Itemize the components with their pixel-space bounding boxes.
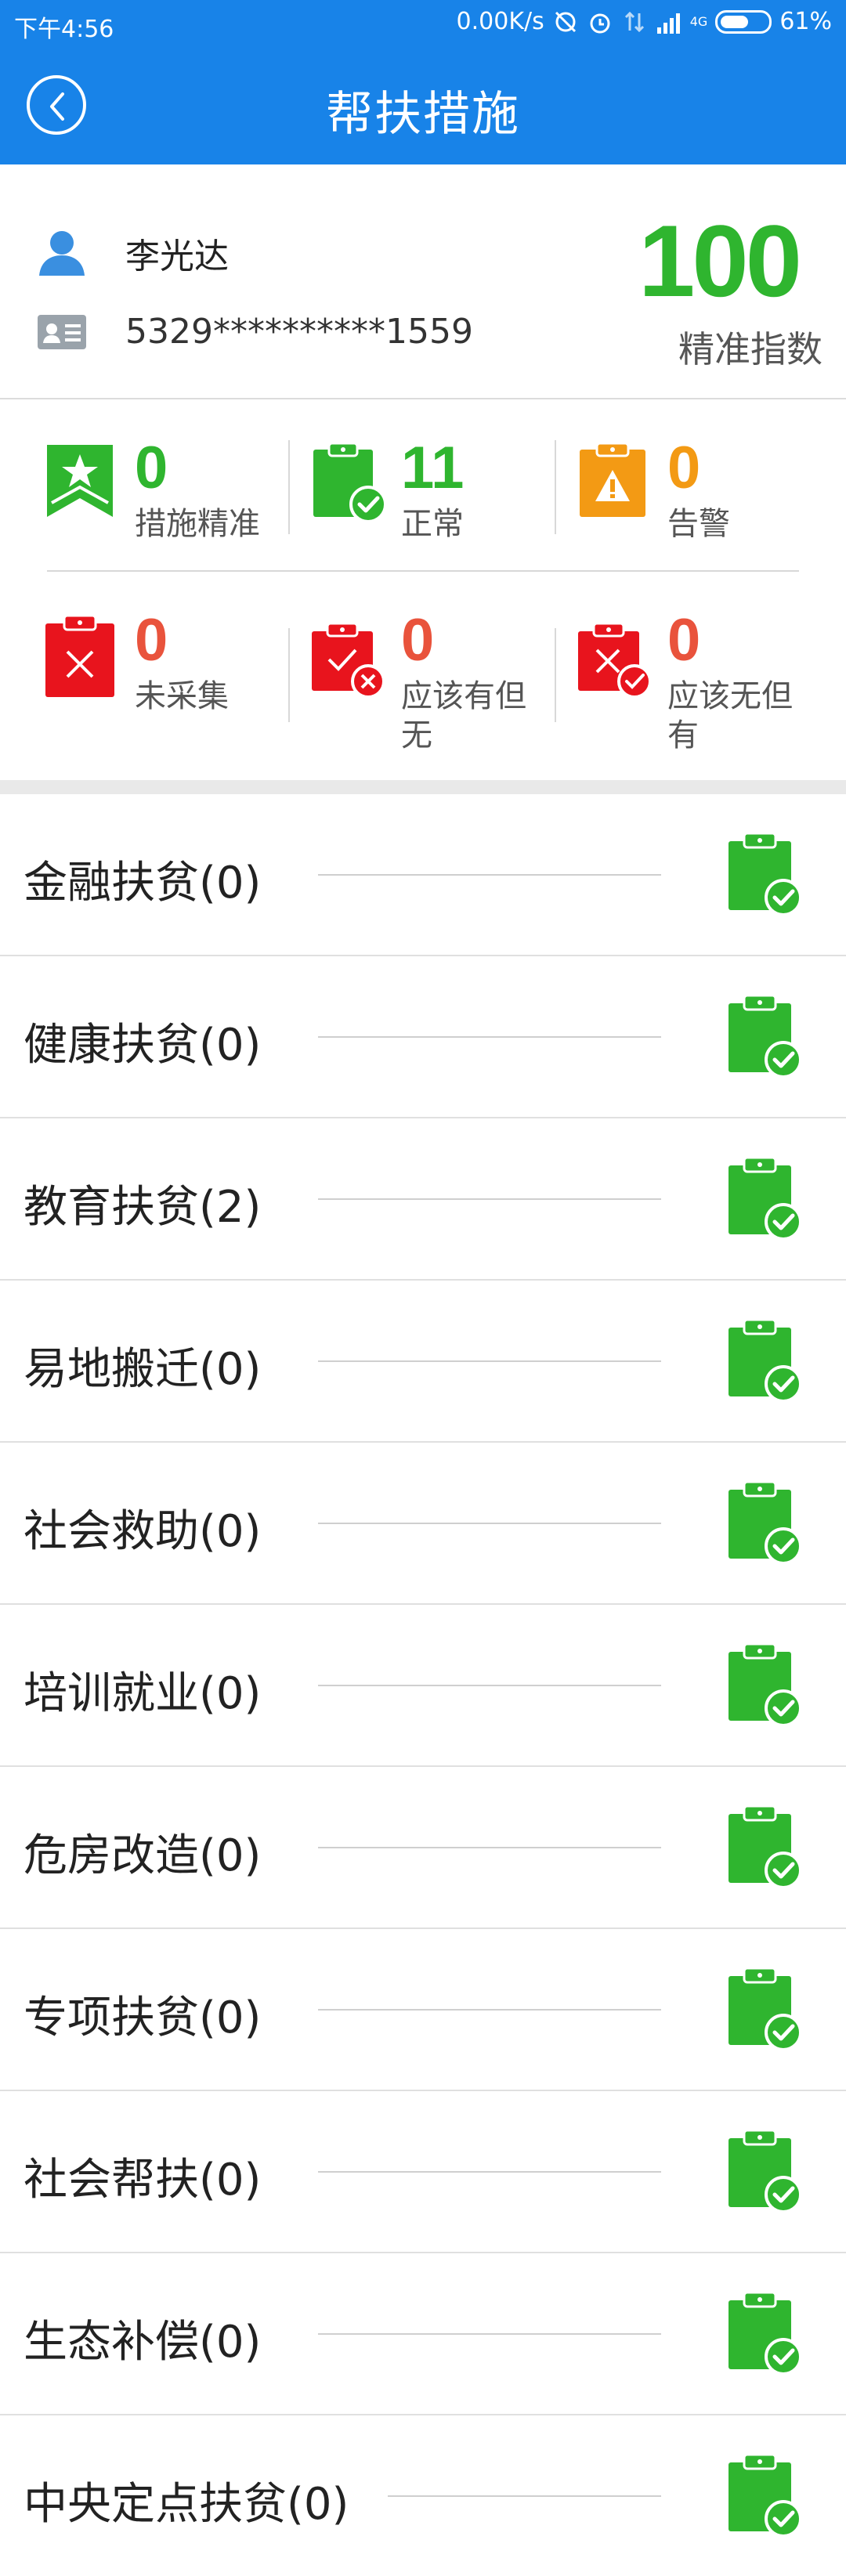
row-connector-line	[318, 1685, 661, 1686]
measure-row[interactable]: 金融扶贫(0)	[0, 794, 846, 956]
clipboard-check-x-icon	[312, 622, 385, 699]
user-icon	[39, 231, 85, 276]
stat-value: 0	[667, 435, 701, 501]
measure-label: 专项扶贫(0)	[24, 1993, 262, 2043]
data-transfer-icon	[621, 9, 648, 35]
measure-label: 危房改造(0)	[24, 1830, 262, 1881]
row-connector-line	[318, 1360, 661, 1362]
row-connector-line	[318, 1523, 661, 1524]
battery-percent: 61%	[779, 8, 832, 35]
stat-should-not-but-has[interactable]: 0 应该无但有	[577, 607, 827, 755]
clipboard-cross-icon	[45, 614, 114, 697]
stat-label: 措施精准	[135, 506, 260, 542]
signal-icon	[656, 9, 682, 35]
star-ribbon-icon	[47, 445, 113, 517]
row-connector-line	[318, 2009, 661, 2011]
row-connector-line	[318, 2171, 661, 2173]
network-type: 4G	[689, 14, 708, 29]
stat-label: 未采集	[135, 678, 229, 714]
clipboard-ok-icon	[728, 1642, 802, 1727]
clipboard-x-check-icon	[578, 622, 652, 699]
measure-row[interactable]: 培训就业(0)	[0, 1605, 846, 1767]
row-connector-line	[318, 2333, 661, 2335]
stat-warning[interactable]: 0 告警	[577, 435, 827, 583]
measure-row[interactable]: 健康扶贫(0)	[0, 956, 846, 1118]
status-bar: 下午4:56 0.00K/s 4G 61%	[0, 0, 846, 49]
stat-label: 正常	[401, 506, 464, 542]
measure-label: 中央定点扶贫(0)	[24, 2479, 349, 2530]
precision-score: 100	[638, 204, 802, 318]
status-indicators: 0.00K/s 4G 61%	[457, 8, 832, 35]
stat-should-have-but-none[interactable]: 0 应该有但无	[310, 607, 561, 755]
measure-row[interactable]: 专项扶贫(0)	[0, 1929, 846, 2091]
precision-score-label: 精准指数	[678, 328, 822, 370]
row-connector-line	[388, 2495, 661, 2497]
person-name-row: 李光达	[36, 227, 229, 279]
stat-value: 11	[401, 435, 465, 501]
clipboard-ok-icon	[728, 994, 802, 1078]
measure-label: 培训就业(0)	[24, 1668, 262, 1719]
stat-normal[interactable]: 11 正常	[310, 435, 561, 583]
stat-label: 告警	[667, 506, 730, 542]
clipboard-ok-icon	[728, 2453, 802, 2538]
measure-label: 生态补偿(0)	[24, 2317, 262, 2368]
status-time: 下午4:56	[14, 16, 114, 43]
row-connector-line	[318, 1198, 661, 1200]
measure-row[interactable]: 社会救助(0)	[0, 1443, 846, 1605]
clipboard-ok-icon	[728, 1805, 802, 1889]
person-card: 李光达 5329**********1559 100 精准指数	[0, 164, 846, 399]
measure-label: 金融扶贫(0)	[24, 858, 262, 909]
clipboard-ok-icon	[728, 1318, 802, 1403]
person-id-row: 5329**********1559	[36, 312, 473, 352]
divider	[288, 628, 290, 722]
stat-value: 0	[401, 607, 435, 674]
measure-row[interactable]: 危房改造(0)	[0, 1767, 846, 1929]
section-gap	[0, 780, 846, 794]
stat-value: 0	[135, 607, 168, 674]
id-card-icon	[38, 314, 86, 349]
measure-row[interactable]: 生态补偿(0)	[0, 2253, 846, 2415]
measure-label: 社会救助(0)	[24, 1506, 262, 1557]
stat-not-collected[interactable]: 0 未采集	[44, 607, 295, 755]
measure-label: 健康扶贫(0)	[24, 1020, 262, 1071]
divider	[555, 628, 556, 722]
stat-label: 应该无但有	[667, 678, 793, 753]
clipboard-ok-icon	[728, 1156, 802, 1241]
battery-icon	[715, 9, 772, 34]
stat-label: 应该有但无	[401, 678, 526, 753]
stat-value: 0	[135, 435, 168, 501]
measure-row[interactable]: 中央定点扶贫(0)	[0, 2415, 846, 2576]
app-bar: 帮扶措施	[0, 49, 846, 164]
measure-label: 社会帮扶(0)	[24, 2155, 262, 2206]
measure-label: 易地搬迁(0)	[24, 1344, 262, 1395]
clipboard-ok-icon	[728, 1967, 802, 2051]
clipboard-warning-icon	[580, 442, 645, 517]
sync-off-icon	[552, 9, 579, 35]
stats-panel: 0 措施精准 11 正常 0 告警 0 未采集 0 应该有但无 0 应该无但有	[0, 401, 846, 777]
clipboard-ok-icon	[728, 2129, 802, 2213]
measure-row[interactable]: 教育扶贫(2)	[0, 1118, 846, 1281]
clipboard-ok-icon	[728, 1480, 802, 1565]
measure-row[interactable]: 易地搬迁(0)	[0, 1281, 846, 1443]
stat-value: 0	[667, 607, 701, 674]
measure-row[interactable]: 社会帮扶(0)	[0, 2091, 846, 2253]
alarm-icon	[587, 9, 613, 35]
clipboard-ok-icon	[728, 2291, 802, 2375]
stat-precise-measures[interactable]: 0 措施精准	[44, 435, 295, 583]
person-name: 李光达	[125, 237, 229, 276]
divider	[555, 440, 556, 534]
page-title: 帮扶措施	[326, 87, 520, 142]
row-connector-line	[318, 874, 661, 876]
measure-label: 教育扶贫(2)	[24, 1182, 262, 1233]
row-connector-line	[318, 1036, 661, 1038]
clipboard-check-icon	[313, 442, 387, 523]
person-id-number: 5329**********1559	[125, 312, 473, 352]
divider	[288, 440, 290, 534]
measure-list: 金融扶贫(0) 健康扶贫(0) 教育扶贫(2) 易地搬迁(0) 社会救助(0) …	[0, 794, 846, 2576]
row-connector-line	[318, 1847, 661, 1848]
clipboard-ok-icon	[728, 832, 802, 916]
network-speed: 0.00K/s	[456, 8, 544, 35]
divider	[47, 570, 799, 572]
